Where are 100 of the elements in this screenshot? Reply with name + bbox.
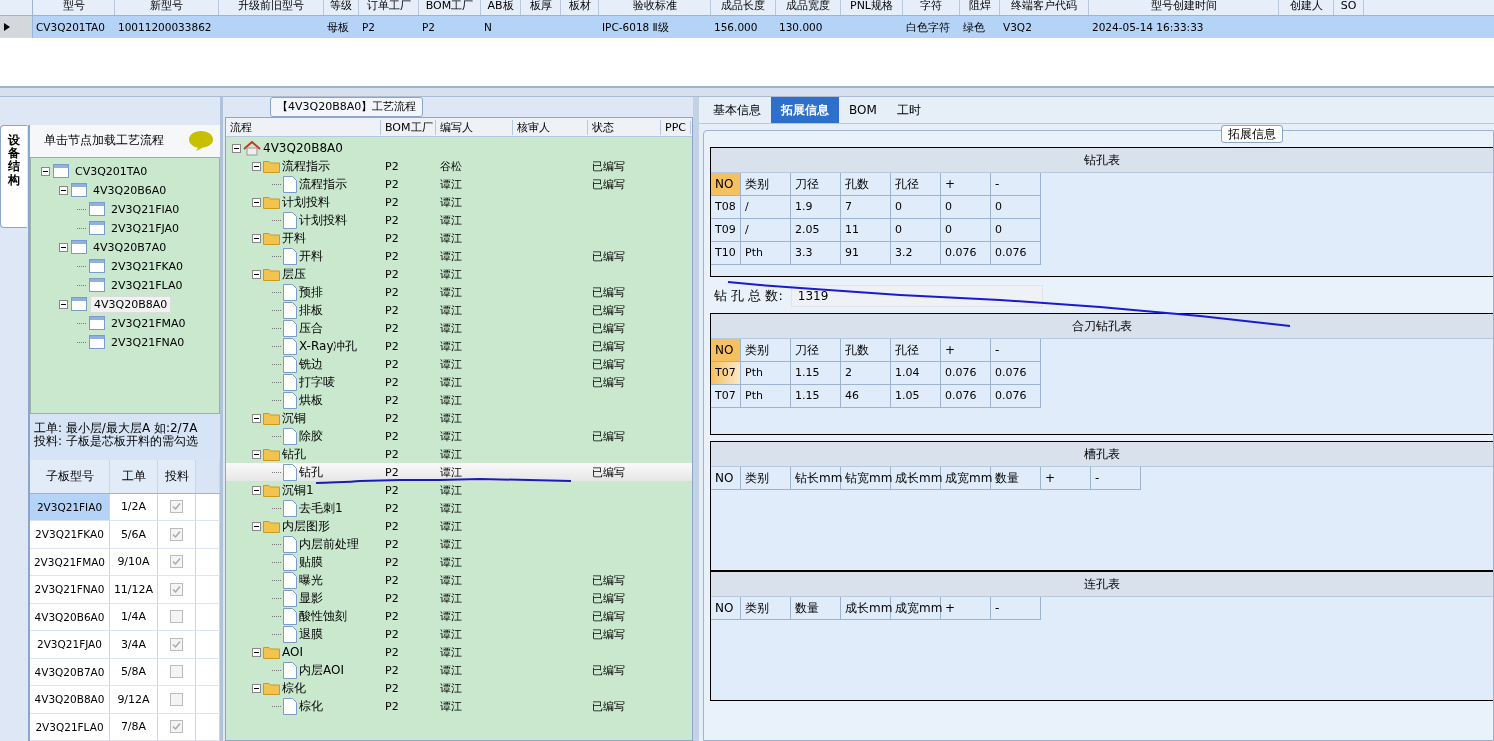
tree-row[interactable]: 开料 P2 谭江 已编写 xyxy=(226,247,692,265)
column-header[interactable]: - xyxy=(991,339,1041,362)
side-tab[interactable]: 设备结构 xyxy=(0,125,27,228)
tree-item[interactable]: 2V3Q21FMA0 xyxy=(108,315,189,331)
checkbox[interactable] xyxy=(170,720,183,734)
tree-row[interactable]: 开料 P2 谭江 xyxy=(226,229,692,247)
tree-item[interactable]: 4V3Q20B6A0 xyxy=(90,182,170,198)
collapse-icon[interactable] xyxy=(252,269,261,279)
tree-item[interactable]: 2V3Q21FLA0 xyxy=(108,277,186,293)
tree-item[interactable]: 计划投料 xyxy=(299,211,347,229)
tree-row[interactable]: X-Ray冲孔 P2 谭江 已编写 xyxy=(226,337,692,355)
table-row[interactable]: 4V3Q20B7A0 5/8A xyxy=(30,658,220,686)
column-header[interactable]: 新型号 xyxy=(115,0,219,15)
collapse-icon[interactable] xyxy=(252,521,261,531)
column-header[interactable]: NO xyxy=(711,339,741,362)
column-header[interactable]: 刀径 xyxy=(791,339,841,362)
column-header[interactable]: 编写人 xyxy=(436,119,513,135)
collapse-icon[interactable] xyxy=(232,143,241,153)
collapse-icon[interactable] xyxy=(252,413,261,423)
column-header[interactable]: 等级 xyxy=(324,0,359,15)
tree-row[interactable]: 流程指示 P2 谷松 已编写 xyxy=(226,157,692,175)
column-header[interactable]: + xyxy=(941,173,991,196)
tree-item[interactable]: 曝光 xyxy=(299,571,323,589)
tree-row[interactable]: AOI P2 谭江 xyxy=(226,643,692,661)
collapse-icon[interactable] xyxy=(252,485,261,495)
column-header[interactable]: 刀径 xyxy=(791,173,841,196)
column-header[interactable]: 成品长度 xyxy=(711,0,776,15)
tree-row[interactable]: 棕化 P2 谭江 xyxy=(226,679,692,697)
tree-item[interactable]: 2V3Q21FKA0 xyxy=(108,258,187,274)
tree-item[interactable]: 铣边 xyxy=(299,355,323,373)
tree-row[interactable]: 显影 P2 谭江 已编写 xyxy=(226,589,692,607)
tree-item[interactable]: 2V3Q21FNA0 xyxy=(108,334,188,350)
tree-row[interactable]: 烘板 P2 谭江 xyxy=(226,391,692,409)
tree-item[interactable]: 内层图形 xyxy=(282,517,330,535)
column-header[interactable]: 核审人 xyxy=(513,119,588,135)
tree-item[interactable]: 贴膜 xyxy=(299,553,323,571)
tree-row[interactable]: 层压 P2 谭江 xyxy=(226,265,692,283)
checkbox[interactable] xyxy=(170,555,183,569)
tree-item[interactable]: 钻孔 xyxy=(282,445,306,463)
table-row[interactable]: 2V3Q21FLA0 7/8A xyxy=(30,713,220,741)
column-header[interactable]: - xyxy=(991,597,1041,620)
column-header[interactable]: 阻焊 xyxy=(960,0,1000,15)
checkbox[interactable] xyxy=(170,692,183,706)
tree-row[interactable]: 酸性蚀刻 P2 谭江 已编写 xyxy=(226,607,692,625)
column-header[interactable]: 钻长mm xyxy=(791,467,841,490)
tab[interactable]: 拓展信息 xyxy=(771,97,839,123)
tree-item[interactable]: 4V3Q20B8A0 xyxy=(90,295,172,313)
tree-row[interactable]: 内层AOI P2 谭江 已编写 xyxy=(226,661,692,679)
tree-item[interactable]: 流程指示 xyxy=(282,157,330,175)
collapse-icon[interactable] xyxy=(59,242,68,252)
column-header[interactable]: 验收标准 xyxy=(599,0,711,15)
table-row[interactable]: 2V3Q21FIA0 1/2A xyxy=(30,493,220,521)
tree-row[interactable]: 计划投料 P2 谭江 xyxy=(226,193,692,211)
tree-item[interactable]: 层压 xyxy=(282,265,306,283)
column-header[interactable]: 数量 xyxy=(791,597,841,620)
tree-item[interactable]: 去毛刺1 xyxy=(299,499,343,517)
tree-item[interactable]: 打字唛 xyxy=(299,373,335,391)
column-header[interactable]: 孔数 xyxy=(841,339,891,362)
column-header[interactable]: NO xyxy=(711,597,741,620)
tree-item[interactable]: 开料 xyxy=(282,229,306,247)
table-row[interactable]: 4V3Q20B6A0 1/4A xyxy=(30,603,220,631)
collapse-icon[interactable] xyxy=(59,185,68,195)
tree-item[interactable]: 棕化 xyxy=(282,679,306,697)
tree-item[interactable]: 排板 xyxy=(299,301,323,319)
column-header[interactable]: 订单工厂 xyxy=(359,0,419,15)
tree-row[interactable]: 除胶 P2 谭江 已编写 xyxy=(226,427,692,445)
collapse-icon[interactable] xyxy=(252,161,261,171)
tree-row[interactable]: 内层图形 P2 谭江 xyxy=(226,517,692,535)
column-header[interactable]: BOM工厂 xyxy=(419,0,481,15)
column-header[interactable]: 孔径 xyxy=(891,173,941,196)
column-header[interactable]: - xyxy=(991,173,1041,196)
collapse-icon[interactable] xyxy=(252,449,261,459)
tree-item[interactable]: 4V3Q20B7A0 xyxy=(90,239,170,255)
tab[interactable]: 工时 xyxy=(886,97,931,123)
column-header[interactable]: 型号创建时间 xyxy=(1089,0,1279,15)
column-header[interactable]: + xyxy=(941,339,991,362)
tree-row[interactable]: 流程指示 P2 谭江 已编写 xyxy=(226,175,692,193)
column-header[interactable]: BOM工厂 xyxy=(381,119,436,135)
column-header[interactable]: 类别 xyxy=(741,597,791,620)
column-header[interactable]: + xyxy=(1041,467,1091,490)
column-header[interactable]: PNL规格 xyxy=(841,0,903,15)
tree-item[interactable]: 显影 xyxy=(299,589,323,607)
tree-row[interactable]: 贴膜 P2 谭江 xyxy=(226,553,692,571)
column-header[interactable]: 成长mm xyxy=(891,467,941,490)
tree-item[interactable]: 内层AOI xyxy=(299,661,344,679)
tree-row[interactable]: 排板 P2 谭江 已编写 xyxy=(226,301,692,319)
tree-item[interactable]: 流程指示 xyxy=(299,175,347,193)
column-header[interactable]: 成长mm xyxy=(841,597,891,620)
tree-item[interactable]: 棕化 xyxy=(299,697,323,715)
table-row[interactable]: 2V3Q21FMA0 9/10A xyxy=(30,548,220,576)
column-header[interactable]: 子板型号 xyxy=(30,459,110,493)
tree-row[interactable]: 计划投料 P2 谭江 xyxy=(226,211,692,229)
tree-item[interactable]: 沉铜 xyxy=(282,409,306,427)
column-header[interactable]: 创建人 xyxy=(1279,0,1334,15)
column-header[interactable]: AB板 xyxy=(481,0,521,15)
column-header[interactable]: 类别 xyxy=(741,173,791,196)
tree-row[interactable]: 去毛刺1 P2 谭江 xyxy=(226,499,692,517)
collapse-icon[interactable] xyxy=(252,197,261,207)
column-header[interactable]: NO xyxy=(711,467,741,490)
tree-row[interactable]: 打字唛 P2 谭江 已编写 xyxy=(226,373,692,391)
